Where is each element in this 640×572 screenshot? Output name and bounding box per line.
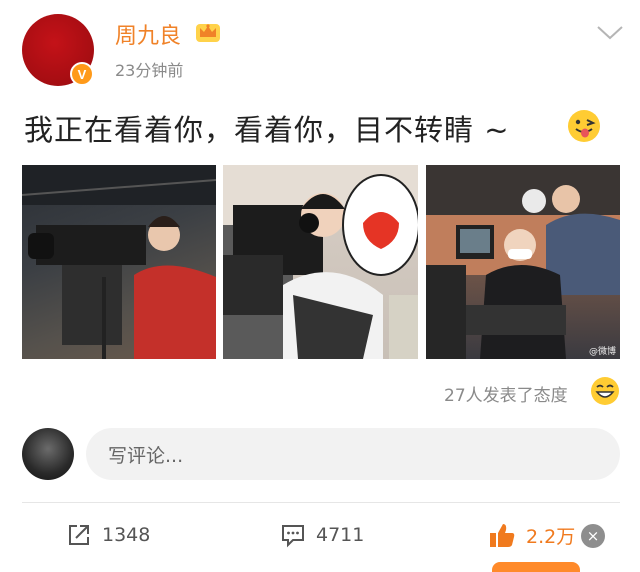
post-photo-3[interactable]: @微博 (426, 165, 620, 359)
camera-operator-photo (22, 165, 216, 359)
close-icon[interactable]: × (581, 524, 605, 548)
control-room-photo (426, 165, 620, 359)
like-count: 2.2万 (526, 525, 576, 548)
comment-count: 4711 (316, 524, 365, 546)
comment-input[interactable]: 写评论... (86, 428, 620, 480)
post-photo-2[interactable] (223, 165, 418, 359)
crown-icon (196, 24, 220, 42)
grinning-face-icon (591, 377, 619, 405)
chevron-down-icon[interactable] (596, 24, 624, 42)
verified-badge: V (70, 62, 94, 86)
camera-operator-photo (223, 165, 418, 359)
photo-watermark: @微博 (588, 347, 616, 357)
comment-icon (282, 525, 304, 548)
bottom-orange-bar (492, 562, 580, 572)
post-text: 我正在看着你，看着你，目不转睛 ~ (24, 113, 510, 147)
commenter-avatar (22, 428, 74, 480)
share-icon (69, 525, 89, 545)
thumbs-up-icon (490, 524, 515, 547)
share-button[interactable]: 1348 (66, 520, 150, 550)
post-photo-1[interactable] (22, 165, 216, 359)
comment-placeholder: 写评论... (108, 444, 184, 467)
reactions-summary[interactable]: 27人发表了态度 (444, 381, 568, 406)
tongue-out-emoji-icon (568, 110, 600, 142)
share-count: 1348 (102, 524, 151, 546)
comment-button[interactable]: 4711 (280, 520, 364, 550)
divider (22, 502, 620, 503)
username[interactable]: 周九良 (115, 18, 181, 50)
post-timestamp: 23分钟前 (115, 61, 184, 80)
like-button[interactable]: 2.2万 (488, 520, 575, 550)
